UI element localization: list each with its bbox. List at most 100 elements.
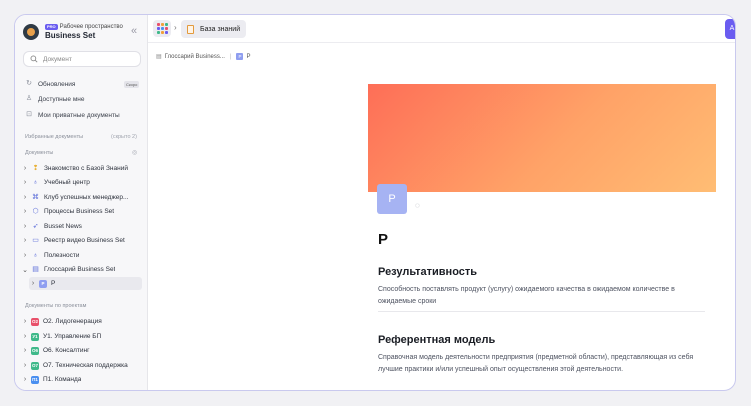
tree-item-video-registry[interactable]: › ▭ Реестр видео Business Set: [21, 234, 143, 247]
tree-item-label: О6. Консалтинг: [43, 347, 90, 354]
sidebar: PRO Рабочее пространство Business Set « …: [15, 15, 148, 390]
tree-item-label: Учебный центр: [44, 179, 90, 186]
chevron-right-icon[interactable]: ›: [21, 333, 29, 340]
shield-icon: ⬡: [32, 208, 39, 215]
chevron-right-icon[interactable]: ›: [21, 237, 29, 244]
tree-item-label: Р: [51, 280, 56, 287]
rocket-icon: ➶: [32, 223, 39, 230]
tree-item-project-u1[interactable]: › У1 У1. Управление БП: [21, 330, 143, 343]
nav-shared-with-me[interactable]: ♙ Доступные мне: [25, 93, 85, 105]
chevron-right-icon: ›: [174, 23, 177, 32]
apps-grid-icon[interactable]: [153, 20, 171, 37]
chevron-right-icon[interactable]: ›: [21, 362, 29, 369]
breadcrumb-parent[interactable]: Глоссарий Business...: [165, 54, 225, 60]
tree-item-processes[interactable]: › ⬡ Процессы Business Set: [21, 205, 143, 218]
chevron-right-icon[interactable]: ›: [21, 223, 29, 230]
projects-section-label: Документы по проектам: [25, 303, 87, 309]
tree-item-training[interactable]: › ♁ Учебный центр: [21, 176, 143, 189]
project-badge: О2: [31, 317, 39, 326]
tree-item-label: Полезности: [44, 252, 80, 259]
search-field[interactable]: [23, 51, 141, 67]
chevron-right-icon[interactable]: ›: [21, 318, 29, 325]
pro-badge: PRO: [45, 24, 58, 30]
user-menu-button[interactable]: А: [725, 19, 735, 39]
tree-item-project-p1[interactable]: › П1 П1. Команда: [21, 373, 143, 386]
documents-section-label: Документы: [25, 150, 54, 156]
tree-item-label: Процессы Business Set: [44, 208, 115, 215]
tree-item-label: О2. Лидогенерация: [43, 318, 102, 325]
document-icon: [187, 24, 194, 34]
tree-item-project-o7[interactable]: › О7 О7. Техническая поддержка: [21, 359, 143, 372]
page-cover[interactable]: [368, 84, 716, 192]
term-definition: Справочная модель деятельности предприят…: [378, 354, 694, 373]
book-icon: ▤: [32, 266, 39, 273]
tab-knowledge-base-label: База знаний: [200, 25, 241, 33]
tree-item-managers-club[interactable]: › ⌘ Клуб успешных менеджер...: [21, 191, 143, 204]
tree-item-project-o6[interactable]: › О6 О6. Консалтинг: [21, 344, 143, 357]
gamepad-icon: ⌘: [32, 194, 39, 201]
tree-item-label: У1. Управление БП: [43, 333, 102, 340]
project-badge: О6: [31, 346, 39, 355]
chevron-right-icon[interactable]: ›: [21, 347, 29, 354]
tree-item-news[interactable]: › ➶ Busset News: [21, 220, 143, 233]
app-window: PRO Рабочее пространство Business Set « …: [14, 14, 736, 391]
term-definition: Способность поставлять продукт (услугу) …: [378, 286, 675, 305]
chevron-right-icon[interactable]: ›: [21, 252, 29, 259]
workspace-avatar: [23, 24, 39, 40]
tree-item-label: О7. Техническая поддержка: [43, 362, 128, 369]
bulb-icon: ❢: [32, 165, 39, 172]
tree-item-label: Глоссарий Business Set: [44, 266, 116, 273]
tree-item-glossary[interactable]: ⌄ ▤ Глоссарий Business Set: [21, 263, 143, 276]
page-icon[interactable]: Р: [377, 184, 407, 214]
favorites-hidden-count[interactable]: (скрыто 2): [111, 134, 137, 140]
tree-item-glossary-r[interactable]: › Р Р: [29, 277, 142, 290]
chevron-down-icon[interactable]: ⌄: [21, 266, 29, 274]
collapse-sidebar-icon[interactable]: «: [127, 25, 141, 39]
comment-icon[interactable]: ◌: [415, 201, 420, 210]
folder-icon: ▭: [32, 237, 39, 244]
workspace-caption: Рабочее пространство: [59, 24, 123, 30]
page-badge: Р: [39, 279, 47, 288]
chevron-right-icon[interactable]: ›: [21, 376, 29, 383]
tree-item-intro[interactable]: › ❢ Знакомство с Базой Знаний: [21, 162, 143, 175]
workspace-switcher[interactable]: PRO Рабочее пространство Business Set «: [23, 21, 141, 43]
chevron-right-icon[interactable]: ›: [21, 179, 29, 186]
chevron-right-icon[interactable]: ›: [29, 280, 37, 287]
term-heading: Референтная модель: [378, 334, 496, 346]
chevron-right-icon[interactable]: ›: [21, 165, 29, 172]
nav-private-docs[interactable]: ⊡ Мои приватные документы: [25, 109, 120, 121]
project-badge: О7: [31, 361, 39, 370]
tree-item-label: Знакомство с Базой Знаний: [44, 165, 128, 172]
refresh-icon: ↻: [26, 80, 32, 87]
lightbulb-icon: ♁: [32, 252, 39, 259]
chevron-right-icon[interactable]: ›: [21, 208, 29, 215]
documents-settings-icon[interactable]: ◎: [132, 149, 137, 156]
chevron-right-icon[interactable]: ›: [21, 194, 29, 201]
tree-item-label: Клуб успешных менеджер...: [44, 194, 129, 201]
breadcrumb: ▤ Глоссарий Business... | Р Р: [156, 53, 250, 60]
nav-updates[interactable]: ↻ Обновления: [25, 78, 75, 90]
search-icon: [30, 55, 38, 63]
tab-knowledge-base[interactable]: База знаний: [181, 20, 247, 38]
search-input[interactable]: [43, 55, 133, 63]
breadcrumb-current[interactable]: Р: [246, 54, 250, 60]
divider: [378, 311, 705, 312]
term-heading: Результативность: [378, 266, 478, 278]
tree-item-label: Реестр видео Business Set: [44, 237, 125, 244]
tree-item-project-o2[interactable]: › О2 О2. Лидогенерация: [21, 315, 143, 328]
lock-icon: ⊡: [26, 111, 32, 118]
nav-private-label: Мои приватные документы: [38, 111, 120, 119]
favorites-section-label: Избранные документы: [25, 134, 84, 140]
lightbulb-icon: ♁: [32, 179, 39, 186]
project-badge: П1: [31, 375, 39, 384]
breadcrumb-separator: |: [229, 53, 232, 60]
workspace-name: Business Set: [45, 31, 96, 40]
page-badge: Р: [236, 53, 244, 60]
user-icon: ♙: [25, 95, 33, 102]
tree-item-label: П1. Команда: [43, 376, 82, 383]
tree-item-label: Busset News: [44, 223, 82, 230]
page-title: Р: [378, 231, 389, 248]
book-icon: ▤: [156, 54, 162, 60]
nav-updates-label: Обновления: [38, 80, 76, 88]
tree-item-useful[interactable]: › ♁ Полезности: [21, 249, 143, 262]
